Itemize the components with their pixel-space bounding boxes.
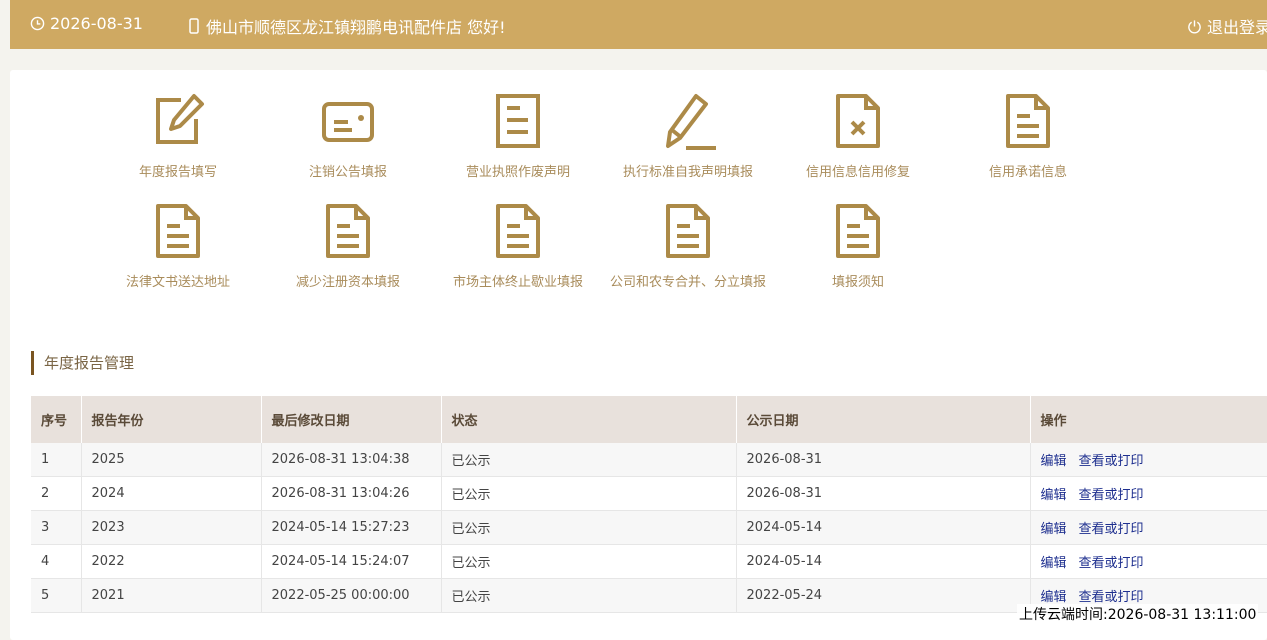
- upload-timestamp: 上传云端时间:2026-08-31 13:11:00: [1017, 604, 1259, 624]
- menu-label: 公司和农专合并、分立填报: [609, 275, 766, 290]
- cell-status: 已公示: [441, 476, 737, 511]
- menu-credit-repair[interactable]: 信用信息信用修复: [773, 92, 943, 180]
- edit-square-icon: [156, 94, 204, 144]
- cell-status: 已公示: [441, 544, 737, 579]
- col-header-status: 状态: [441, 396, 737, 443]
- menu-label: 信用承诺信息: [988, 165, 1067, 180]
- cell-no: 5: [31, 578, 82, 613]
- menu-label: 年度报告填写: [138, 165, 217, 180]
- view-print-link[interactable]: 查看或打印: [1079, 522, 1144, 537]
- menu-label: 填报须知: [831, 275, 884, 290]
- cell-year: 2025: [81, 443, 262, 477]
- cell-published: 2026-08-31: [736, 443, 1031, 477]
- cell-year: 2024: [81, 476, 262, 511]
- view-print-link[interactable]: 查看或打印: [1079, 454, 1144, 469]
- table-row: 4 2022 2024-05-14 15:24:07 已公示 2024-05-1…: [31, 544, 1267, 579]
- date-display: 2026-08-31: [30, 14, 143, 33]
- table-row: 3 2023 2024-05-14 15:27:23 已公示 2024-05-1…: [31, 510, 1267, 545]
- cell-no: 2: [31, 476, 82, 511]
- edit-link[interactable]: 编辑: [1041, 556, 1067, 571]
- view-print-link[interactable]: 查看或打印: [1079, 488, 1144, 503]
- menu-label: 注销公告填报: [308, 165, 387, 180]
- document-folded-icon: [156, 204, 200, 258]
- cell-published: 2024-05-14: [736, 544, 1031, 579]
- section-title: 年度报告管理: [31, 351, 134, 375]
- col-header-published: 公示日期: [736, 396, 1031, 443]
- menu-capital-reduction[interactable]: 减少注册资本填报: [263, 202, 433, 290]
- document-folded-icon: [836, 204, 880, 258]
- cell-modified: 2024-05-14 15:27:23: [261, 510, 442, 545]
- date-text: 2026-08-31: [50, 14, 143, 33]
- menu-filing-notes[interactable]: 填报须知: [773, 202, 943, 290]
- cell-actions: 编辑 查看或打印: [1030, 510, 1267, 545]
- edit-link[interactable]: 编辑: [1041, 590, 1067, 605]
- menu-label: 市场主体终止歇业填报: [452, 275, 583, 290]
- menu-label: 法律文书送达地址: [125, 275, 230, 290]
- greeting: 佛山市顺德区龙江镇翔鹏电讯配件店 您好!: [187, 14, 506, 38]
- menu-legal-address[interactable]: 法律文书送达地址: [93, 202, 263, 290]
- menu-annual-report[interactable]: 年度报告填写: [93, 92, 263, 180]
- menu-cancellation-notice[interactable]: 注销公告填报: [263, 92, 433, 180]
- menu-standard-declaration[interactable]: 执行标准自我声明填报: [603, 92, 773, 180]
- document-folded-icon: [496, 204, 540, 258]
- cell-year: 2021: [81, 578, 262, 613]
- view-print-link[interactable]: 查看或打印: [1079, 556, 1144, 571]
- cell-modified: 2022-05-25 00:00:00: [261, 578, 442, 613]
- edit-link[interactable]: 编辑: [1041, 522, 1067, 537]
- col-header-year: 报告年份: [81, 396, 262, 443]
- cell-published: 2022-05-24: [736, 578, 1031, 613]
- cell-status: 已公示: [441, 578, 737, 613]
- view-print-link[interactable]: 查看或打印: [1079, 590, 1144, 605]
- document-x-icon: [836, 94, 880, 148]
- menu-label: 信用信息信用修复: [805, 165, 910, 180]
- document-icon: [496, 94, 540, 148]
- cell-modified: 2024-05-14 15:24:07: [261, 544, 442, 579]
- menu-license-void[interactable]: 营业执照作废声明: [433, 92, 603, 180]
- pencil-icon: [666, 94, 716, 150]
- cell-no: 4: [31, 544, 82, 579]
- cell-status: 已公示: [441, 443, 737, 477]
- col-header-actions: 操作: [1030, 396, 1267, 443]
- table-row: 2 2024 2026-08-31 13:04:26 已公示 2026-08-3…: [31, 476, 1267, 511]
- menu-credit-commitment[interactable]: 信用承诺信息: [943, 92, 1113, 180]
- logout-label: 退出登录: [1207, 18, 1267, 37]
- cell-no: 3: [31, 510, 82, 545]
- greeting-text: 佛山市顺德区龙江镇翔鹏电讯配件店 您好!: [206, 18, 506, 37]
- top-bar: 2026-08-31 佛山市顺德区龙江镇翔鹏电讯配件店 您好! 退出登录: [10, 0, 1267, 49]
- menu-business-termination[interactable]: 市场主体终止歇业填报: [433, 202, 603, 290]
- menu-label: 减少注册资本填报: [295, 275, 400, 290]
- phone-icon: [189, 18, 199, 34]
- cell-actions: 编辑 查看或打印: [1030, 544, 1267, 579]
- document-folded-icon: [1006, 94, 1050, 148]
- cell-status: 已公示: [441, 510, 737, 545]
- col-header-modified: 最后修改日期: [261, 396, 442, 443]
- menu-merger-split[interactable]: 公司和农专合并、分立填报: [603, 202, 773, 290]
- cell-no: 1: [31, 443, 82, 477]
- table-header-row: 序号 报告年份 最后修改日期 状态 公示日期 操作: [31, 396, 1267, 443]
- cell-actions: 编辑 查看或打印: [1030, 476, 1267, 511]
- annual-report-table: 序号 报告年份 最后修改日期 状态 公示日期 操作 1 2025 2026-08…: [31, 396, 1267, 613]
- edit-link[interactable]: 编辑: [1041, 454, 1067, 469]
- cell-actions: 编辑 查看或打印: [1030, 443, 1267, 477]
- document-folded-icon: [326, 204, 370, 258]
- cell-published: 2024-05-14: [736, 510, 1031, 545]
- cell-modified: 2026-08-31 13:04:38: [261, 443, 442, 477]
- cell-published: 2026-08-31: [736, 476, 1031, 511]
- clock-icon: [30, 16, 45, 31]
- cell-year: 2023: [81, 510, 262, 545]
- power-icon: [1188, 19, 1201, 33]
- main-card: 年度报告填写 注销公告填报 营业执照作废声明 执行标准自我声明填报 信用信息信用…: [10, 70, 1267, 640]
- table-row: 1 2025 2026-08-31 13:04:38 已公示 2026-08-3…: [31, 443, 1267, 477]
- id-card-icon: [322, 102, 374, 142]
- cell-modified: 2026-08-31 13:04:26: [261, 476, 442, 511]
- menu-label: 营业执照作废声明: [465, 165, 570, 180]
- logout-button[interactable]: 退出登录: [1187, 14, 1267, 38]
- edit-link[interactable]: 编辑: [1041, 488, 1067, 503]
- document-folded-icon: [666, 204, 710, 258]
- menu-label: 执行标准自我声明填报: [622, 165, 753, 180]
- col-header-no: 序号: [31, 396, 82, 443]
- cell-year: 2022: [81, 544, 262, 579]
